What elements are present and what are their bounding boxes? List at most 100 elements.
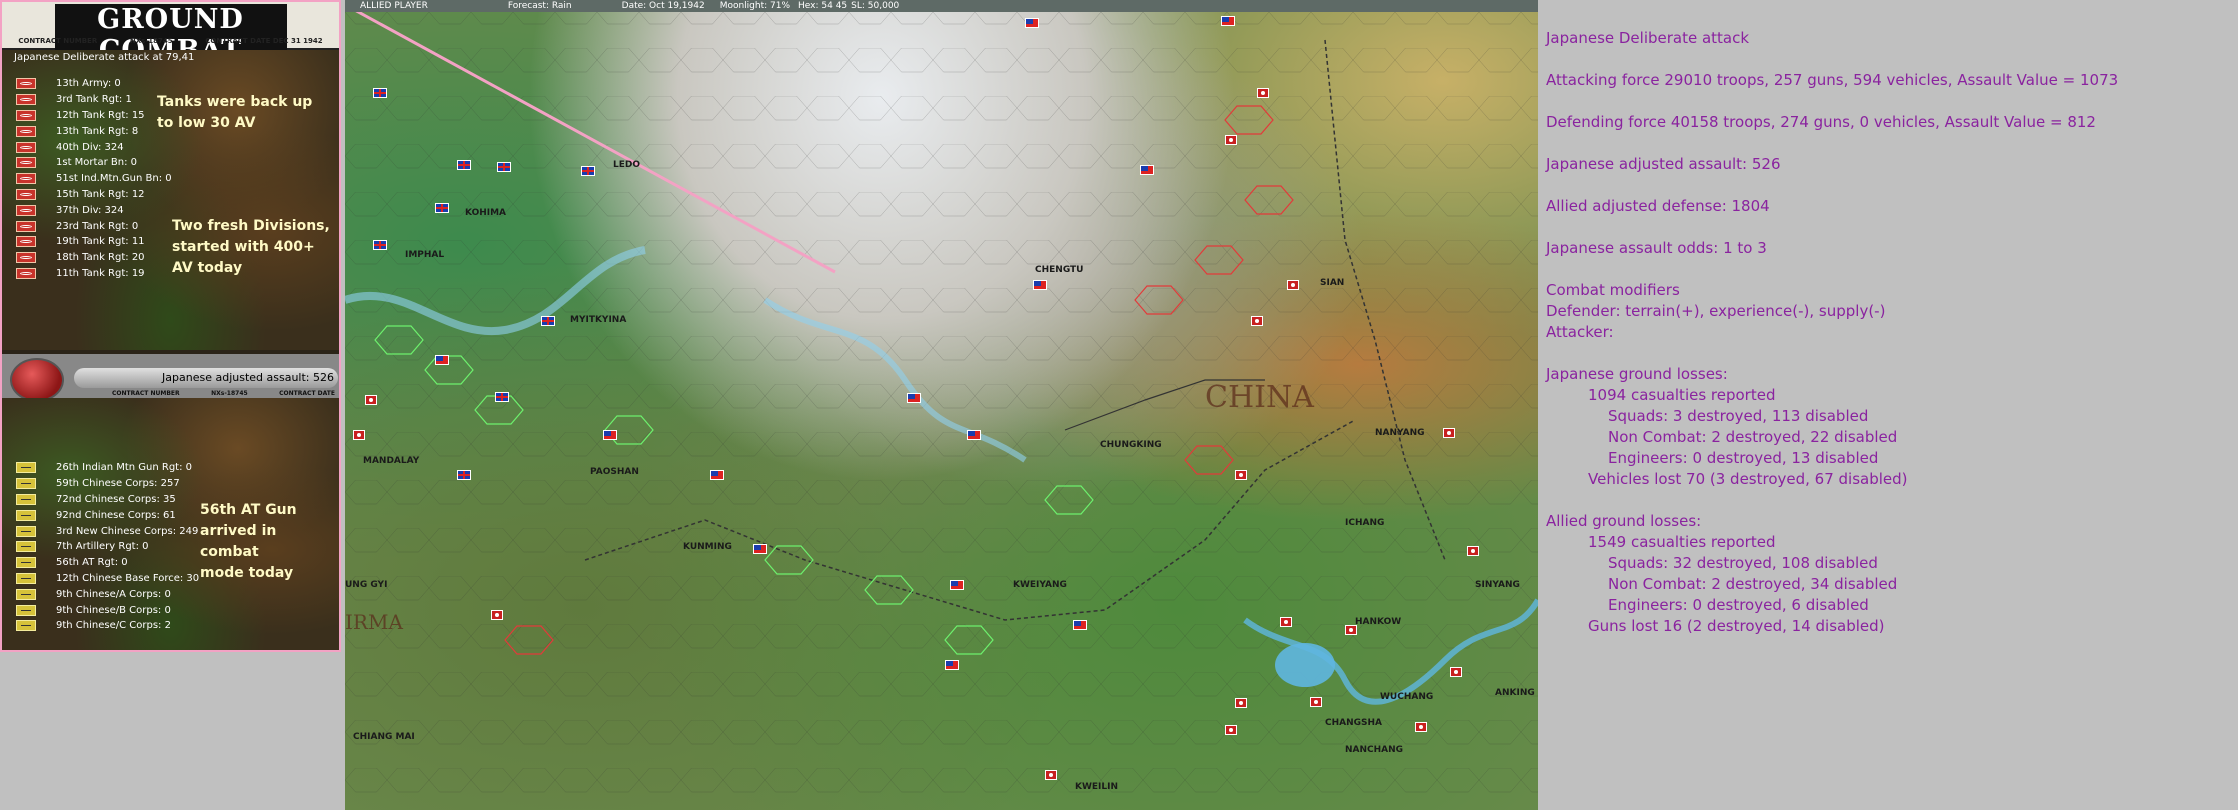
- japanese-unit-icon[interactable]: [1045, 770, 1057, 780]
- british-unit-icon[interactable]: [581, 166, 595, 176]
- list-item[interactable]: 3rd New Chinese Corps: 249: [16, 523, 199, 539]
- city-kweiyang[interactable]: KWEIYANG: [1013, 580, 1067, 590]
- british-unit-icon[interactable]: [541, 316, 555, 326]
- list-item[interactable]: 26th Indian Mtn Gun Rgt: 0: [16, 460, 199, 476]
- artillery-unit-icon: [16, 173, 36, 185]
- list-item[interactable]: 59th Chinese Corps: 257: [16, 476, 199, 492]
- city-taunggyi[interactable]: UNG GYI: [345, 580, 387, 590]
- japanese-unit-icon[interactable]: [1345, 625, 1357, 635]
- japanese-unit-icon[interactable]: [1415, 722, 1427, 732]
- city-changsha[interactable]: CHANGSHA: [1325, 718, 1382, 728]
- chinese-unit-icon[interactable]: [1140, 165, 1154, 175]
- chinese-unit-icon[interactable]: [1073, 620, 1087, 630]
- city-sinyang[interactable]: SINYANG: [1475, 580, 1520, 590]
- city-ichang[interactable]: ICHANG: [1345, 518, 1384, 528]
- chinese-unit-icon[interactable]: [907, 393, 921, 403]
- list-item[interactable]: 12th Chinese Base Force: 30: [16, 571, 199, 587]
- list-item[interactable]: 56th AT Rgt: 0: [16, 555, 199, 571]
- strategic-map[interactable]: ALLIED PLAYER Forecast: Rain Date: Oct 1…: [345, 0, 1538, 810]
- city-nanchang[interactable]: NANCHANG: [1345, 745, 1403, 755]
- city-myitkyina[interactable]: MYITKYINA: [570, 315, 626, 325]
- japanese-unit-icon[interactable]: [365, 395, 377, 405]
- list-item[interactable]: 1st Mortar Bn: 0: [16, 155, 172, 171]
- sl-label: SL: 50,000: [851, 1, 900, 11]
- chinese-unit-icon[interactable]: [1025, 18, 1039, 28]
- city-paoshan[interactable]: PAOSHAN: [590, 467, 639, 477]
- list-item[interactable]: 51st Ind.Mtn.Gun Bn: 0: [16, 171, 172, 187]
- modifiers-heading: Combat modifiers: [1546, 281, 1680, 299]
- japanese-unit-icon[interactable]: [1280, 617, 1292, 627]
- list-item[interactable]: 12th Tank Rgt: 15: [16, 108, 172, 124]
- list-item[interactable]: 40th Div: 324: [16, 139, 172, 155]
- japanese-unit-icon[interactable]: [1287, 280, 1299, 290]
- chinese-unit-icon[interactable]: [435, 355, 449, 365]
- japanese-unit-icon[interactable]: [353, 430, 365, 440]
- british-unit-icon[interactable]: [495, 392, 509, 402]
- list-item[interactable]: 23rd Tank Rgt: 0: [16, 218, 172, 234]
- list-item[interactable]: 9th Chinese/C Corps: 2: [16, 618, 199, 634]
- chinese-unit-icon[interactable]: [753, 544, 767, 554]
- list-item[interactable]: 3rd Tank Rgt: 1: [16, 92, 172, 108]
- list-item[interactable]: 9th Chinese/B Corps: 0: [16, 602, 199, 618]
- japanese-vehicles: Vehicles lost 70 (3 destroyed, 67 disabl…: [1588, 470, 1908, 488]
- defender-unit-list: 26th Indian Mtn Gun Rgt: 0 59th Chinese …: [16, 460, 199, 634]
- anti-tank-unit-icon: [16, 557, 36, 569]
- chinese-unit-icon[interactable]: [603, 430, 617, 440]
- british-unit-icon[interactable]: [435, 203, 449, 213]
- chinese-unit-icon[interactable]: [967, 430, 981, 440]
- chinese-unit-icon[interactable]: [1033, 280, 1047, 290]
- city-wuchang[interactable]: WUCHANG: [1380, 692, 1433, 702]
- list-item[interactable]: 7th Artillery Rgt: 0: [16, 539, 199, 555]
- list-item[interactable]: 72nd Chinese Corps: 35: [16, 492, 199, 508]
- british-unit-icon[interactable]: [373, 240, 387, 250]
- japanese-unit-icon[interactable]: [1235, 698, 1247, 708]
- tank-unit-icon: [16, 125, 36, 137]
- british-unit-icon[interactable]: [457, 160, 471, 170]
- infantry-unit-icon: [16, 620, 36, 632]
- city-hankow[interactable]: HANKOW: [1355, 617, 1401, 627]
- assault-value-text: Japanese adjusted assault: 526: [162, 371, 334, 384]
- city-chiang-mai[interactable]: CHIANG MAI: [353, 732, 415, 742]
- list-item[interactable]: 11th Tank Rgt: 19: [16, 266, 172, 282]
- allied-engineers: Engineers: 0 destroyed, 6 disabled: [1608, 596, 1869, 614]
- city-kohima[interactable]: KOHIMA: [465, 208, 506, 218]
- japanese-unit-icon[interactable]: [1450, 667, 1462, 677]
- japanese-unit-icon[interactable]: [1235, 470, 1247, 480]
- list-item[interactable]: 9th Chinese/A Corps: 0: [16, 586, 199, 602]
- list-item[interactable]: 19th Tank Rgt: 11: [16, 234, 172, 250]
- city-nanyang[interactable]: NANYANG: [1375, 428, 1425, 438]
- chinese-unit-icon[interactable]: [945, 660, 959, 670]
- city-mandalay[interactable]: MANDALAY: [363, 456, 419, 466]
- infantry-unit-icon: [16, 141, 36, 153]
- japanese-unit-icon[interactable]: [1257, 88, 1269, 98]
- list-item[interactable]: 13th Army: 0: [16, 76, 172, 92]
- city-kweilin[interactable]: KWEILIN: [1075, 782, 1118, 792]
- city-anking[interactable]: ANKING: [1495, 688, 1535, 698]
- city-imphal[interactable]: IMPHAL: [405, 250, 444, 260]
- japanese-unit-icon[interactable]: [1251, 316, 1263, 326]
- japanese-unit-icon[interactable]: [1443, 428, 1455, 438]
- japanese-unit-icon[interactable]: [1467, 546, 1479, 556]
- city-chungking[interactable]: CHUNGKING: [1100, 440, 1162, 450]
- city-chengtu[interactable]: CHENGTU: [1035, 265, 1084, 275]
- city-sian[interactable]: SIAN: [1320, 278, 1344, 288]
- list-item[interactable]: 92nd Chinese Corps: 61: [16, 507, 199, 523]
- list-item[interactable]: 18th Tank Rgt: 20: [16, 250, 172, 266]
- british-unit-icon[interactable]: [457, 470, 471, 480]
- japanese-unit-icon[interactable]: [1310, 697, 1322, 707]
- japanese-unit-icon[interactable]: [1225, 725, 1237, 735]
- red-knob-button[interactable]: [10, 358, 64, 402]
- japanese-unit-icon[interactable]: [491, 610, 503, 620]
- city-ledo[interactable]: LEDO: [613, 160, 640, 170]
- list-item[interactable]: 37th Div: 324: [16, 202, 172, 218]
- british-unit-icon[interactable]: [497, 162, 511, 172]
- chinese-unit-icon[interactable]: [1221, 16, 1235, 26]
- list-item[interactable]: 15th Tank Rgt: 12: [16, 187, 172, 203]
- japanese-squads: Squads: 3 destroyed, 113 disabled: [1608, 407, 1869, 425]
- chinese-unit-icon[interactable]: [710, 470, 724, 480]
- japanese-unit-icon[interactable]: [1225, 135, 1237, 145]
- chinese-unit-icon[interactable]: [950, 580, 964, 590]
- list-item[interactable]: 13th Tank Rgt: 8: [16, 123, 172, 139]
- british-unit-icon[interactable]: [373, 88, 387, 98]
- city-kunming[interactable]: KUNMING: [683, 542, 732, 552]
